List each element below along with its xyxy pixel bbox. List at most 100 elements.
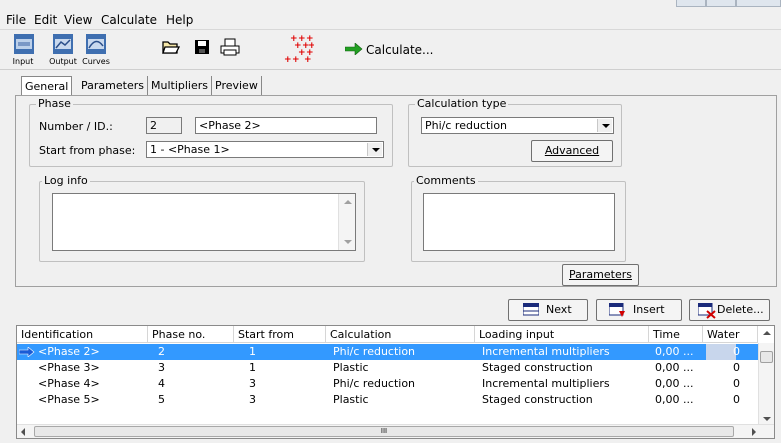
table-cell: 0,00 ... (655, 361, 694, 374)
tab-multipliers-label: Multipliers (151, 79, 209, 92)
curves-icon (86, 34, 106, 54)
table-row[interactable]: <Phase 5> 5 3 Plastic Staged constructio… (17, 392, 758, 408)
table-cell: 1 (249, 345, 256, 358)
table-cell: Phi/c reduction (333, 345, 416, 358)
tab-multipliers[interactable]: Multipliers (148, 76, 213, 96)
column-header-calculation[interactable]: Calculation (326, 326, 475, 343)
column-header-loading-input[interactable]: Loading input (475, 326, 649, 343)
scroll-thumb-grip: III (380, 427, 388, 435)
comments-textarea[interactable] (423, 193, 615, 251)
menu-edit[interactable]: Edit (34, 13, 57, 27)
parameters-button-label: Parameters (569, 268, 632, 281)
scroll-up-icon (344, 200, 352, 204)
menu-view[interactable]: View (64, 13, 92, 27)
water-cell-highlight (706, 344, 736, 360)
table-vertical-scrollbar[interactable] (758, 331, 774, 424)
menu-calculate[interactable]: Calculate (101, 13, 157, 27)
output-label: Output (49, 57, 77, 66)
points-curves-icon[interactable]: + + + + ++ + + + + + (284, 33, 314, 63)
input-label: Input (12, 57, 34, 66)
advanced-button-label: Advanced (544, 144, 600, 157)
save-icon[interactable] (194, 39, 210, 55)
log-info-textarea[interactable] (52, 193, 356, 251)
calculation-type-legend: Calculation type (415, 97, 509, 110)
minimize-button[interactable] (676, 0, 706, 7)
table-cell: Staged construction (482, 393, 593, 406)
open-folder-icon[interactable] (162, 39, 180, 55)
advanced-button[interactable]: Advanced (531, 140, 613, 162)
table-cell: 0,00 ... (655, 393, 694, 406)
start-from-phase-select[interactable]: 1 - <Phase 1> (146, 141, 384, 158)
log-info-scrollbar[interactable] (338, 194, 355, 250)
scroll-down-icon[interactable] (763, 417, 771, 421)
table-cell: 0 (733, 393, 740, 406)
table-cell: <Phase 3> (38, 361, 100, 374)
table-cell: 0,00 ... (655, 377, 694, 390)
tab-parameters[interactable]: Parameters (78, 76, 148, 96)
calculation-type-value: Phi/c reduction (425, 119, 508, 132)
tab-parameters-label: Parameters (81, 79, 144, 92)
log-info-legend: Log info (42, 174, 90, 187)
chevron-down-icon[interactable] (367, 143, 382, 156)
tab-general-label: General (25, 80, 69, 93)
print-icon[interactable] (220, 38, 240, 56)
column-header-identification[interactable]: Identification (17, 326, 148, 343)
scroll-left-icon[interactable] (21, 428, 25, 436)
table-cell: Incremental multipliers (482, 345, 610, 358)
table-cell: 5 (158, 393, 165, 406)
close-button[interactable] (736, 0, 781, 7)
next-button-label: Next (546, 303, 572, 316)
table-horizontal-scrollbar[interactable]: III (17, 424, 774, 438)
column-header-start-from[interactable]: Start from (234, 326, 326, 343)
svg-text:+: + (284, 55, 292, 63)
table-cell: 3 (249, 393, 256, 406)
column-header-water[interactable]: Water (703, 326, 758, 343)
table-cell: 0 (733, 345, 740, 358)
parameters-button[interactable]: Parameters (562, 264, 639, 286)
phases-table: Identification Phase no. Start from Calc… (16, 325, 775, 439)
table-cell: Staged construction (482, 361, 593, 374)
number-id-label: Number / ID.: (39, 120, 113, 133)
input-button[interactable]: Input (8, 33, 38, 67)
calculate-button[interactable]: Calculate... (366, 43, 434, 57)
scroll-up-icon[interactable] (763, 331, 771, 335)
table-cell: 3 (249, 377, 256, 390)
current-row-arrow-icon (19, 347, 35, 357)
maximize-button[interactable] (706, 0, 736, 7)
start-from-phase-value: 1 - <Phase 1> (150, 143, 230, 156)
delete-row-icon (698, 303, 716, 319)
table-cell: 2 (158, 345, 165, 358)
menu-file[interactable]: File (6, 13, 26, 27)
table-row[interactable]: <Phase 3> 3 1 Plastic Staged constructio… (17, 360, 758, 376)
tab-preview[interactable]: Preview (212, 76, 262, 96)
input-icon (14, 34, 34, 54)
curves-button[interactable]: Curves (80, 33, 112, 67)
horizontal-scroll-thumb[interactable]: III (34, 426, 734, 437)
next-row-icon (523, 303, 539, 316)
next-button[interactable]: Next (508, 299, 588, 321)
menu-help[interactable]: Help (166, 13, 193, 27)
phase-legend: Phase (36, 97, 73, 110)
delete-button-label: Delete... (717, 303, 764, 316)
vertical-scroll-thumb[interactable] (760, 351, 773, 363)
output-button[interactable]: Output (46, 33, 80, 67)
menu-bar: File Edit View Calculate Help (0, 10, 781, 30)
phase-id-field[interactable]: <Phase 2> (195, 117, 377, 134)
table-cell: 0,00 ... (655, 345, 694, 358)
tab-general[interactable]: General (21, 76, 73, 96)
toolbar: Input Output Curves + + + + + + + + + + + Calcu… (0, 30, 781, 70)
insert-row-icon (609, 303, 625, 317)
table-cell: 4 (158, 377, 165, 390)
output-icon (53, 34, 73, 54)
table-row[interactable]: <Phase 4> 4 3 Phi/c reduction Incrementa… (17, 376, 758, 392)
calculation-type-select[interactable]: Phi/c reduction (421, 117, 614, 134)
delete-button[interactable]: Delete... (689, 299, 770, 321)
column-header-time[interactable]: Time (649, 326, 703, 343)
table-row[interactable]: <Phase 2> 2 1 Phi/c reduction Incrementa… (17, 344, 758, 360)
curves-label: Curves (82, 57, 110, 66)
insert-button[interactable]: Insert (596, 299, 682, 321)
column-header-phase-no[interactable]: Phase no. (148, 326, 234, 343)
scroll-right-icon[interactable] (752, 428, 756, 436)
phase-number-field[interactable]: 2 (146, 117, 182, 134)
chevron-down-icon[interactable] (597, 119, 612, 132)
